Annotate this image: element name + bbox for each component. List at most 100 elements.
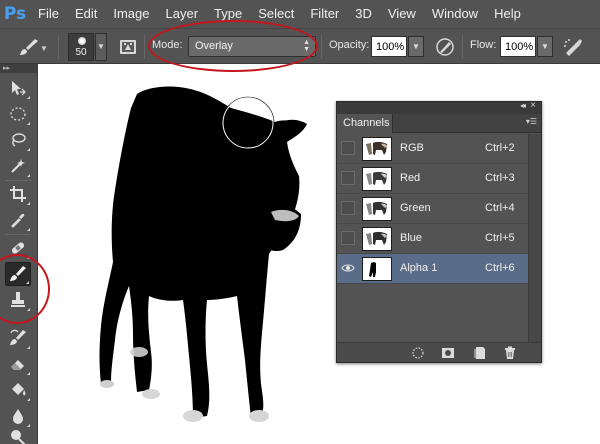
channel-row-alpha-1[interactable]: Alpha 1 Ctrl+6 bbox=[337, 254, 528, 284]
channel-name: Green bbox=[400, 202, 431, 214]
menu-file[interactable]: File bbox=[30, 0, 67, 28]
channel-shortcut: Ctrl+6 bbox=[485, 262, 515, 274]
calf-thumbnail-icon bbox=[366, 171, 387, 185]
tool-flyout-indicator bbox=[27, 122, 30, 125]
lasso-tool[interactable] bbox=[5, 128, 31, 152]
eyedropper-tool[interactable] bbox=[5, 208, 31, 232]
divider bbox=[321, 35, 322, 59]
tool-preset-picker[interactable]: ▼ bbox=[16, 35, 48, 59]
magic-wand-tool[interactable] bbox=[5, 154, 31, 178]
blur-tool[interactable] bbox=[5, 404, 31, 428]
tool-flyout-indicator bbox=[27, 96, 30, 99]
brush-picker-dropdown[interactable]: ▼ bbox=[95, 33, 107, 61]
load-channel-as-selection-button[interactable] bbox=[411, 346, 425, 360]
channel-shortcut: Ctrl+3 bbox=[485, 172, 515, 184]
move-tool[interactable] bbox=[5, 76, 31, 100]
visibility-toggle[interactable] bbox=[341, 231, 355, 245]
dodge-tool-icon bbox=[11, 430, 26, 444]
channel-name: Blue bbox=[400, 232, 423, 244]
lasso-icon bbox=[12, 133, 26, 147]
tool-flyout-indicator bbox=[27, 148, 30, 151]
flow-dropdown[interactable]: ▼ bbox=[537, 36, 553, 57]
airbrush-button[interactable] bbox=[562, 36, 584, 58]
tool-flyout-indicator bbox=[27, 174, 30, 177]
mask-icon bbox=[442, 348, 454, 358]
brush-size-value: 50 bbox=[75, 47, 87, 58]
panel-tab-bar: Channels ▾☰ bbox=[337, 114, 541, 133]
panel-scrollbar[interactable] bbox=[528, 134, 541, 342]
crop-tool[interactable] bbox=[5, 182, 31, 206]
chevron-down-icon: ▼ bbox=[40, 44, 48, 53]
close-icon[interactable]: × bbox=[530, 100, 536, 111]
channel-shortcut: Ctrl+5 bbox=[485, 232, 515, 244]
tool-flyout-indicator bbox=[27, 346, 30, 349]
channel-thumbnail bbox=[362, 257, 392, 281]
menu-edit[interactable]: Edit bbox=[67, 0, 105, 28]
marquee-tool[interactable] bbox=[5, 102, 31, 126]
opacity-dropdown[interactable]: ▼ bbox=[408, 36, 424, 57]
divider bbox=[5, 180, 31, 181]
channel-row-rgb[interactable]: RGB Ctrl+2 bbox=[337, 134, 528, 164]
menu-filter[interactable]: Filter bbox=[302, 0, 347, 28]
tools-panel-header[interactable]: ▸▸ bbox=[0, 64, 38, 73]
calf-mask-thumbnail-icon bbox=[369, 262, 376, 277]
collapse-panel-icon[interactable]: ◂◂ bbox=[520, 101, 526, 110]
tab-channels[interactable]: Channels bbox=[337, 114, 393, 133]
elliptical-marquee-icon bbox=[10, 107, 26, 121]
channel-shortcut: Ctrl+4 bbox=[485, 202, 515, 214]
pressure-opacity-button[interactable] bbox=[434, 36, 456, 58]
menu-3d[interactable]: 3D bbox=[347, 0, 380, 28]
toggle-brush-panel-button[interactable] bbox=[119, 38, 137, 56]
history-brush-tool[interactable] bbox=[5, 326, 31, 350]
move-tool-icon bbox=[12, 81, 26, 96]
visibility-toggle[interactable] bbox=[341, 141, 355, 155]
tool-flyout-indicator bbox=[27, 372, 30, 375]
trash-icon bbox=[505, 346, 515, 359]
menu-image[interactable]: Image bbox=[105, 0, 157, 28]
panel-footer bbox=[337, 342, 541, 362]
annotation-circle-mode bbox=[148, 20, 318, 72]
crop-icon bbox=[10, 186, 26, 202]
tool-flyout-indicator bbox=[27, 228, 30, 231]
channel-shortcut: Ctrl+2 bbox=[485, 142, 515, 154]
dotted-circle-icon bbox=[412, 347, 424, 359]
opacity-input[interactable]: 100% bbox=[371, 36, 407, 57]
menu-bar: Ps File Edit Image Layer Type Select Fil… bbox=[0, 0, 600, 28]
delete-channel-button[interactable] bbox=[503, 346, 517, 360]
divider bbox=[5, 234, 31, 235]
channel-thumbnail bbox=[362, 137, 392, 161]
dodge-tool[interactable] bbox=[5, 426, 31, 444]
menu-help[interactable]: Help bbox=[486, 0, 529, 28]
brush-size-picker[interactable]: 50 bbox=[68, 33, 94, 61]
calf-thumbnail-icon bbox=[366, 201, 387, 215]
flow-input[interactable]: 100% bbox=[500, 36, 536, 57]
channel-name: Red bbox=[400, 172, 421, 184]
panel-title-bar[interactable]: ◂◂ × bbox=[337, 100, 541, 114]
visibility-eye-icon[interactable] bbox=[341, 261, 355, 275]
channel-row-red[interactable]: Red Ctrl+3 bbox=[337, 164, 528, 194]
divider bbox=[58, 35, 59, 59]
save-selection-as-channel-button[interactable] bbox=[441, 346, 455, 360]
channel-name: Alpha 1 bbox=[400, 262, 438, 274]
channel-thumbnail bbox=[362, 197, 392, 221]
photoshop-logo-icon: Ps bbox=[3, 4, 27, 24]
menu-view[interactable]: View bbox=[380, 0, 424, 28]
new-channel-button[interactable] bbox=[473, 346, 487, 360]
paint-bucket-icon bbox=[12, 383, 26, 396]
eraser-tool[interactable] bbox=[5, 352, 31, 376]
tool-flyout-indicator bbox=[27, 202, 30, 205]
visibility-toggle[interactable] bbox=[341, 201, 355, 215]
channel-row-green[interactable]: Green Ctrl+4 bbox=[337, 194, 528, 224]
paint-bucket-tool[interactable] bbox=[5, 378, 31, 402]
flow-label: Flow: bbox=[470, 39, 497, 51]
visibility-toggle[interactable] bbox=[341, 171, 355, 185]
opacity-label: Opacity: bbox=[329, 39, 370, 51]
magic-wand-icon bbox=[11, 159, 25, 173]
panel-menu-icon[interactable]: ▾☰ bbox=[526, 118, 537, 126]
divider bbox=[462, 35, 463, 59]
channel-row-blue[interactable]: Blue Ctrl+5 bbox=[337, 224, 528, 254]
blur-tool-icon bbox=[13, 409, 23, 424]
airbrush-icon bbox=[564, 39, 582, 56]
menu-window[interactable]: Window bbox=[424, 0, 486, 28]
tool-flyout-indicator bbox=[27, 398, 30, 401]
